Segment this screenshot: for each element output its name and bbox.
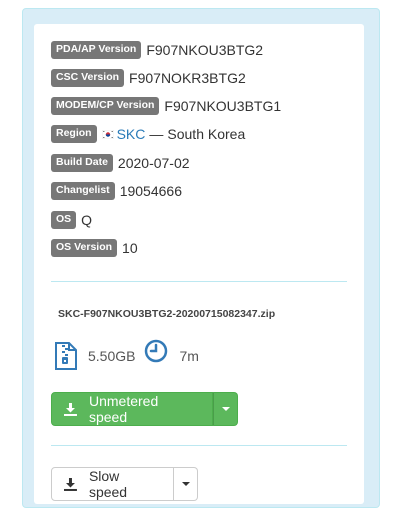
os-label: OS (51, 211, 77, 229)
info-row-modem: MODEM/CP Version F907NKOU3BTG1 (51, 96, 281, 116)
chevron-down-icon (181, 482, 190, 486)
fast-download-dropdown-toggle[interactable] (213, 392, 238, 426)
os-version-label: OS Version (51, 239, 118, 257)
info-row-os-version: OS Version 10 (51, 238, 138, 258)
unmetered-speed-label: Unmetered speed (88, 393, 159, 425)
os-version-value: 10 (122, 240, 138, 256)
download-icon (64, 402, 77, 416)
south-korea-flag-icon (101, 129, 114, 139)
chevron-down-icon (221, 407, 230, 411)
changelist-label: Changelist (51, 182, 115, 200)
divider-top (51, 281, 347, 282)
csc-value: F907NOKR3BTG2 (129, 70, 246, 86)
info-row-csc: CSC Version F907NOKR3BTG2 (51, 68, 246, 88)
region-separator: — (149, 126, 164, 142)
region-value: SKC — South Korea (101, 126, 246, 142)
pda-label: PDA/AP Version (51, 41, 142, 59)
slow-download-group: Slow speed (51, 467, 198, 501)
modem-label: MODEM/CP Version (51, 97, 160, 115)
file-size: 5.50GB (88, 348, 136, 364)
slow-speed-label: Slow speed (88, 468, 128, 500)
unmetered-speed-button[interactable]: Unmetered speed (51, 392, 213, 426)
changelist-value: 19054666 (119, 183, 182, 199)
region-name: South Korea (167, 126, 246, 142)
firmware-card: PDA/AP Version F907NKOU3BTG2 CSC Version… (34, 24, 364, 504)
os-value: Q (81, 212, 93, 228)
download-icon (64, 477, 77, 491)
zip-file-icon (55, 342, 77, 370)
info-row-build-date: Build Date 2020-07-02 (51, 153, 190, 173)
build-date-value: 2020-07-02 (117, 155, 190, 171)
fast-download-group: Unmetered speed (51, 392, 238, 426)
region-code-link[interactable]: SKC (117, 126, 146, 142)
region-label: Region (51, 125, 97, 143)
divider-bottom (51, 445, 347, 446)
clock-icon (145, 339, 168, 363)
slow-speed-button[interactable]: Slow speed (51, 467, 174, 501)
build-date-label: Build Date (51, 154, 113, 172)
info-row-changelist: Changelist 19054666 (51, 181, 182, 201)
info-row-os: OS Q (51, 210, 92, 230)
file-stats: 5.50GB 7m (54, 339, 199, 370)
csc-label: CSC Version (51, 69, 125, 87)
info-row-pda: PDA/AP Version F907NKOU3BTG2 (51, 40, 263, 60)
info-row-region: Region SKC — South Korea (51, 124, 245, 144)
slow-download-dropdown-toggle[interactable] (174, 467, 198, 501)
file-name: SKC-F907NKOU3BTG2-20200715082347.zip (58, 308, 276, 320)
pda-value: F907NKOU3BTG2 (146, 42, 264, 58)
download-time: 7m (179, 348, 199, 364)
modem-value: F907NKOU3BTG1 (164, 98, 282, 114)
